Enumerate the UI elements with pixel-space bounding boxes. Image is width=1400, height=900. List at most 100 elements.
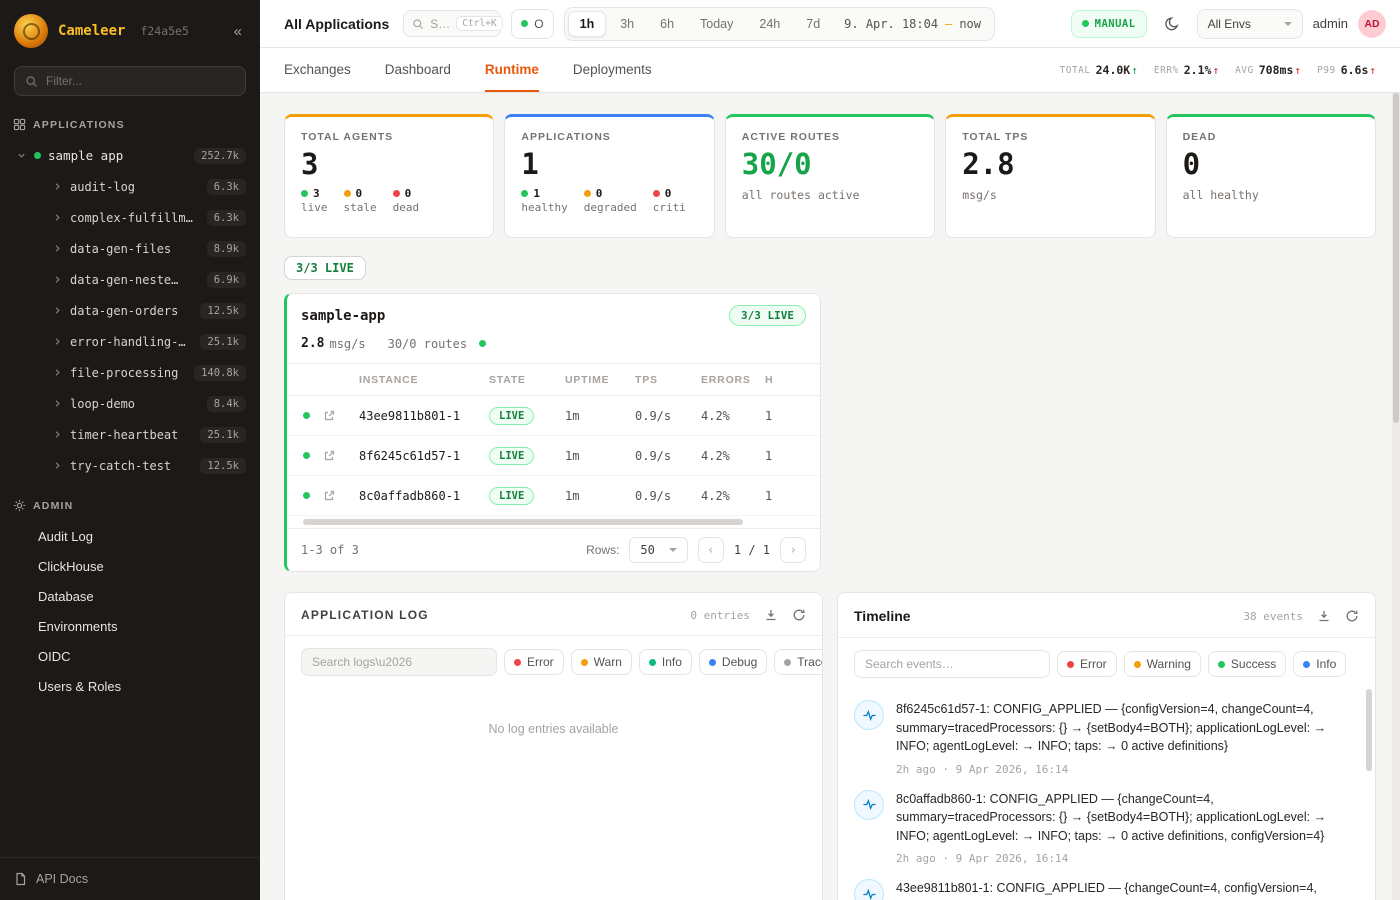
tab-runtime[interactable]: Runtime	[485, 48, 539, 92]
time-range-7d[interactable]: 7d	[794, 11, 832, 37]
filter-chip-trace[interactable]: Trace	[774, 649, 823, 675]
sidebar-item-clickhouse[interactable]: ClickHouse	[0, 551, 260, 581]
breakdown-stale: 0stale	[344, 187, 377, 214]
col-state: STATE	[489, 374, 565, 386]
card-value: 0	[1183, 150, 1359, 179]
applications-icon	[13, 118, 26, 131]
timeline-event[interactable]: 43ee9811b801-1: CONFIG_APPLIED — {change…	[838, 867, 1375, 900]
time-range-24h[interactable]: 24h	[747, 11, 792, 37]
next-page-button[interactable]: ›	[780, 537, 806, 563]
table-row[interactable]: 43ee9811b801-1 LIVE 1m 0.9/s 4.2% 1	[287, 396, 820, 436]
sidebar-item-users-roles[interactable]: Users & Roles	[0, 671, 260, 701]
chevron-right-icon	[52, 305, 63, 316]
sidebar-item-data-gen-orders[interactable]: data-gen-orders12.5k	[0, 295, 260, 326]
filter-chip-info[interactable]: Info	[1293, 651, 1346, 677]
filter-chip-warning[interactable]: Warning	[1124, 651, 1201, 677]
table-row[interactable]: 8f6245c61d57-1 LIVE 1m 0.9/s 4.2% 1	[287, 436, 820, 476]
app-card-title[interactable]: sample-app	[301, 308, 385, 324]
sidebar-item-data-gen-nested[interactable]: data-gen-neste…6.9k	[0, 264, 260, 295]
col-health: H	[765, 374, 820, 386]
external-link-icon[interactable]	[323, 490, 359, 502]
download-icon[interactable]	[764, 608, 778, 622]
sidebar-item-complex-fulfillment[interactable]: complex-fulfillm…6.3k	[0, 202, 260, 233]
stat-card-applications: APPLICATIONS 1 1healthy 0degraded 0criti	[504, 114, 714, 238]
external-link-icon[interactable]	[323, 450, 359, 462]
time-range-6h[interactable]: 6h	[648, 11, 686, 37]
event-timestamp: 2h ago · 9 Apr 2026, 16:14	[896, 852, 1349, 865]
time-range-1h[interactable]: 1h	[568, 11, 607, 37]
page-indicator: 1 / 1	[734, 543, 770, 557]
tree-item-label: sample app	[48, 148, 123, 163]
filter-chip-debug[interactable]: Debug	[699, 649, 767, 675]
sidebar-item-sample-app[interactable]: sample app 252.7k	[0, 140, 260, 171]
count-badge: 140.8k	[194, 365, 246, 381]
time-range-3h[interactable]: 3h	[608, 11, 646, 37]
tps-unit: msg/s	[329, 337, 365, 351]
moon-icon	[1164, 16, 1180, 32]
uptime: 1m	[565, 449, 635, 463]
online-status-chip[interactable]: O	[511, 9, 553, 39]
tab-bar: Exchanges Dashboard Runtime Deployments …	[260, 48, 1400, 93]
sidebar-item-file-processing[interactable]: file-processing 140.8k	[0, 357, 260, 388]
filter-chip-error[interactable]: Error	[1057, 651, 1117, 677]
environment-select[interactable]: All Envs	[1197, 9, 1303, 39]
sidebar-item-loop-demo[interactable]: loop-demo8.4k	[0, 388, 260, 419]
filter-chip-error[interactable]: Error	[504, 649, 564, 675]
search-icon	[412, 18, 424, 30]
state-pill: LIVE	[489, 407, 534, 425]
timeline-search-input[interactable]	[865, 657, 1039, 671]
timeline-scrollbar[interactable]	[1366, 689, 1372, 771]
col-errors: ERRORS	[701, 374, 765, 386]
refresh-icon[interactable]	[792, 608, 806, 622]
avatar[interactable]: AD	[1358, 10, 1386, 38]
timeline-event[interactable]: 8f6245c61d57-1: CONFIG_APPLIED — {config…	[838, 688, 1375, 778]
tab-dashboard[interactable]: Dashboard	[385, 48, 451, 92]
timeline-event[interactable]: 8c0affadb860-1: CONFIG_APPLIED — {change…	[838, 778, 1375, 868]
filter-chip-info[interactable]: Info	[639, 649, 692, 675]
dark-mode-toggle[interactable]	[1157, 9, 1187, 39]
table-row[interactable]: 8c0affadb860-1 LIVE 1m 0.9/s 4.2% 1	[287, 476, 820, 516]
sidebar-item-environments[interactable]: Environments	[0, 611, 260, 641]
sidebar-item-data-gen-files[interactable]: data-gen-files8.9k	[0, 233, 260, 264]
prev-page-button[interactable]: ‹	[698, 537, 724, 563]
log-panel-title: APPLICATION LOG	[301, 608, 429, 622]
log-search-input[interactable]	[312, 655, 486, 669]
live-summary-chip[interactable]: 3/3 LIVE	[284, 256, 366, 280]
tab-deployments[interactable]: Deployments	[573, 48, 652, 92]
filter-chip-warn[interactable]: Warn	[571, 649, 632, 675]
sidebar-item-timer-heartbeat[interactable]: timer-heartbeat25.1k	[0, 419, 260, 450]
download-icon[interactable]	[1317, 609, 1331, 623]
chevron-right-icon	[52, 460, 63, 471]
rows-per-page-select[interactable]: 50	[629, 537, 687, 563]
app-card-metrics: 2.8 msg/s 30/0 routes	[287, 332, 820, 363]
stat-cards-row: TOTAL AGENTS 3 3live 0stale 0dead APPLIC…	[284, 114, 1376, 238]
stat-card-total-agents: TOTAL AGENTS 3 3live 0stale 0dead	[284, 114, 494, 238]
trend-up-icon: ↑	[1369, 64, 1376, 77]
filter-chip-success[interactable]: Success	[1208, 651, 1286, 677]
refresh-icon[interactable]	[1345, 609, 1359, 623]
date-range-display[interactable]: 9. Apr. 18:04 — now	[834, 17, 991, 31]
page-scrollbar-thumb[interactable]	[1393, 93, 1399, 423]
sidebar-item-oidc[interactable]: OIDC	[0, 641, 260, 671]
global-search-button[interactable]: S… Ctrl+K	[403, 10, 501, 37]
sidebar-collapse-button[interactable]: «	[230, 21, 246, 42]
sidebar-item-audit-log-admin[interactable]: Audit Log	[0, 521, 260, 551]
timeline-panel: Timeline 38 events Error Warning Success…	[837, 592, 1376, 900]
tree-item-label: file-processing	[70, 366, 178, 380]
manual-refresh-toggle[interactable]: MANUAL	[1071, 10, 1147, 38]
rows-per-page-label: Rows:	[586, 543, 619, 557]
api-docs-link[interactable]: API Docs	[0, 857, 260, 900]
admin-section-header: ADMIN	[0, 481, 260, 521]
external-link-icon[interactable]	[323, 410, 359, 422]
sidebar-filter-input[interactable]	[46, 74, 235, 88]
app-logo	[14, 14, 48, 48]
count-badge: 8.9k	[207, 241, 246, 257]
time-range-today[interactable]: Today	[688, 11, 745, 37]
horizontal-scrollbar[interactable]	[303, 519, 743, 525]
sidebar-item-try-catch-test[interactable]: try-catch-test12.5k	[0, 450, 260, 481]
search-icon	[25, 75, 38, 88]
sidebar-item-database[interactable]: Database	[0, 581, 260, 611]
sidebar-item-error-handling[interactable]: error-handling-…25.1k	[0, 326, 260, 357]
sidebar-item-audit-log[interactable]: audit-log6.3k	[0, 171, 260, 202]
tab-exchanges[interactable]: Exchanges	[284, 48, 351, 92]
